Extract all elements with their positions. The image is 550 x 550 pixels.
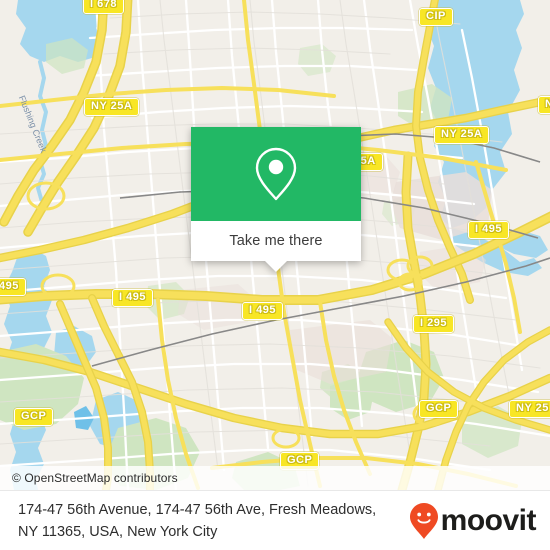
road-shield-i495-right: I 495 [468,221,509,239]
road-shield-ny25-right: NY 25 [509,400,550,418]
moovit-map-screenshot: .rdmaj { stroke:#f7e05b; stroke-linecap:… [0,0,550,550]
road-shield-cip-top: CIP [419,8,453,26]
popup-pointer-arrow [265,261,287,272]
road-shield-i495-left: I 495 [112,289,153,307]
map-pin-icon [255,147,297,201]
road-shield-i495-center: I 495 [242,302,283,320]
moovit-wordmark: moovit [440,503,537,537]
road-shield-495-edge-left: 495 [0,278,26,296]
popup-icon-area [191,127,361,221]
moovit-logo[interactable]: moovit [409,502,537,540]
popup-action-area[interactable]: Take me there [191,221,361,272]
road-shield-ny-edge-right: NY [538,96,550,114]
road-shield-ny25a-right: NY 25A [434,126,490,144]
take-me-there-button[interactable]: Take me there [229,233,322,249]
road-shield-gcp-right: GCP [419,400,459,418]
attribution-text: © OpenStreetMap contributors [12,471,178,485]
road-shield-gcp-left: GCP [14,408,54,426]
moovit-smiley-pin-icon [409,502,438,539]
location-popup-card[interactable]: Take me there [191,127,361,272]
footer-bar: 174-47 56th Avenue, 174-47 56th Ave, Fre… [0,490,550,550]
address-text: 174-47 56th Avenue, 174-47 56th Ave, Fre… [18,501,377,540]
road-shield-i678-top: I 678 [83,0,124,14]
road-shield-ny25a-left: NY 25A [84,98,140,116]
map-attribution: © OpenStreetMap contributors [0,466,550,490]
road-shield-i295-right: I 295 [413,315,454,333]
